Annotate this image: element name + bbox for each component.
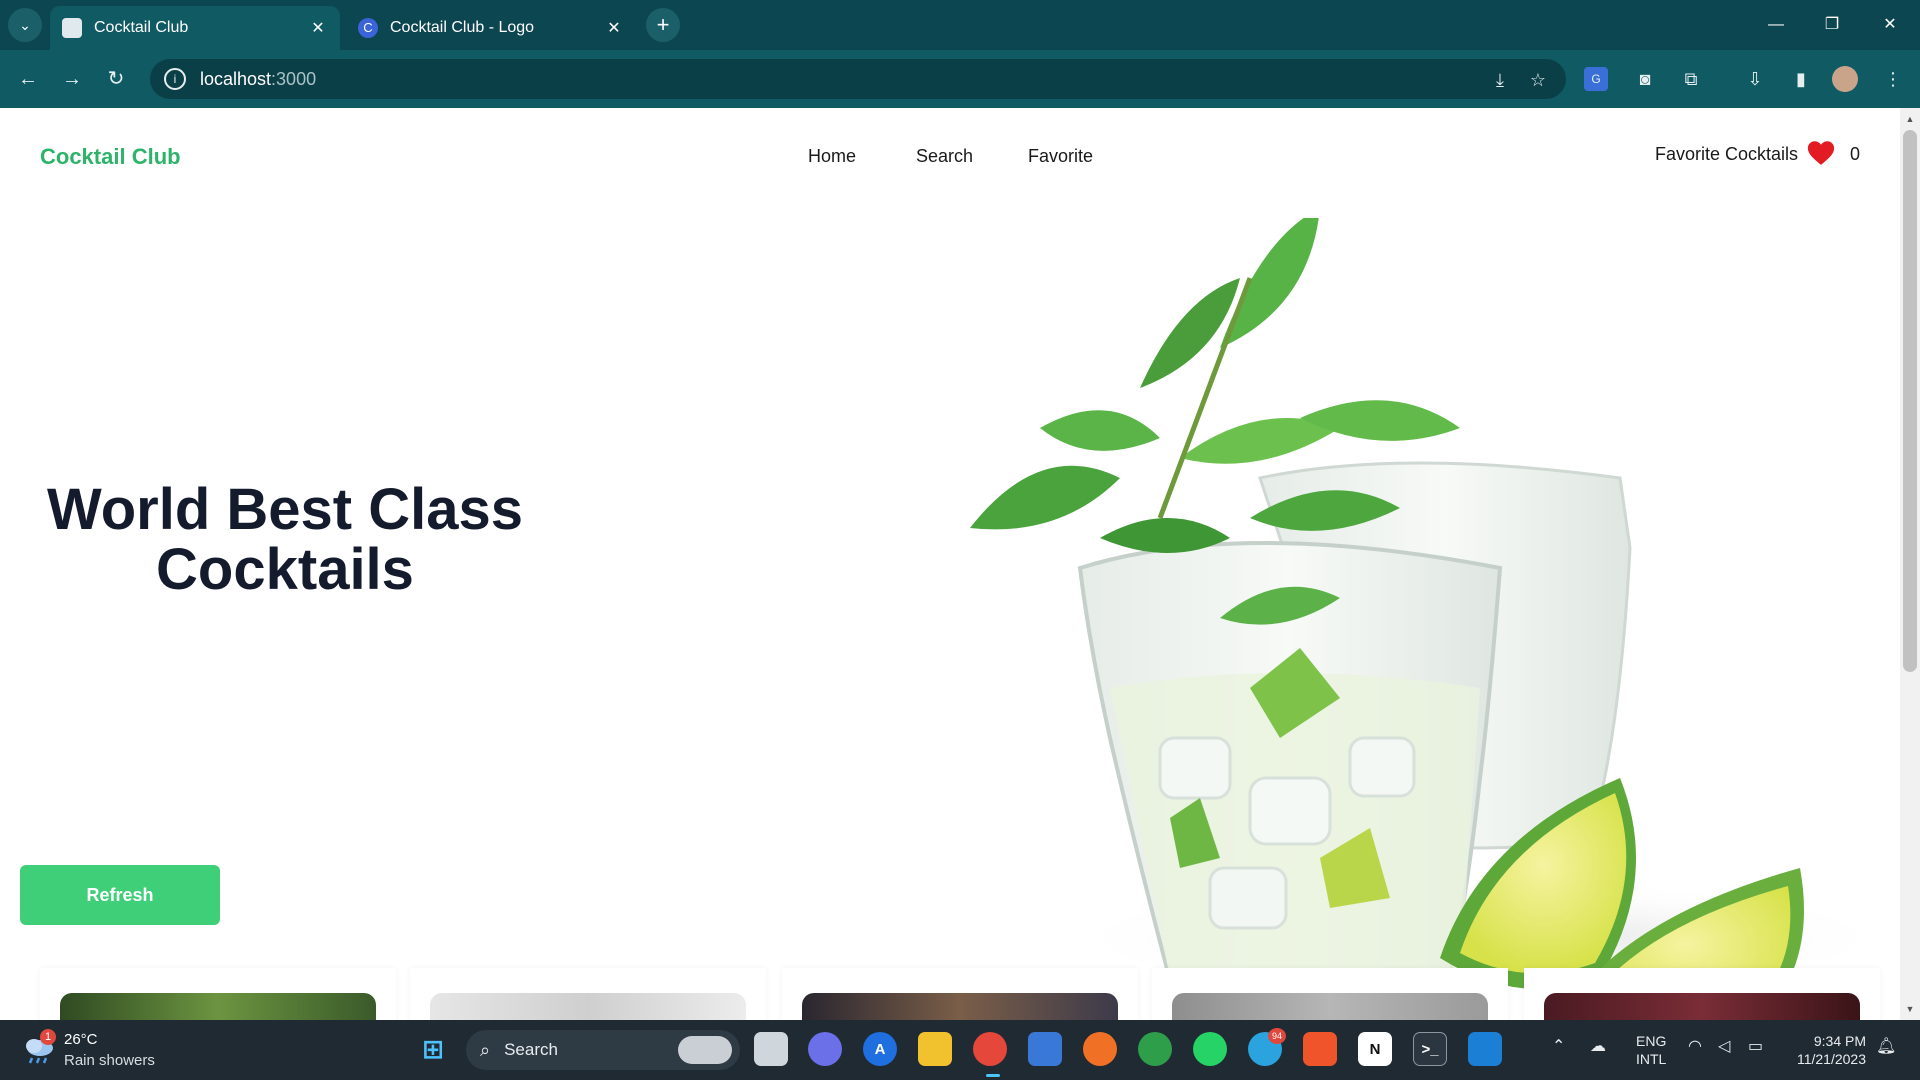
windows-taskbar: 1 26°C Rain showers ⊞ ⌕ Search A 94 N >_… <box>0 1020 1920 1080</box>
language-line-1: ENG <box>1636 1033 1667 1049</box>
cocktail-card-image <box>60 993 376 1020</box>
telegram-badge: 94 <box>1268 1028 1286 1044</box>
browser-tab-bar: ⌄ Cocktail Club ✕ C Cocktail Club - Logo… <box>0 0 1920 50</box>
tab-cocktail-club-logo[interactable]: C Cocktail Club - Logo ✕ <box>346 6 636 50</box>
tray-overflow-icon[interactable]: ⌃ <box>1552 1036 1565 1056</box>
language-indicator[interactable]: ENG INTL <box>1636 1032 1666 1068</box>
tab-cocktail-club[interactable]: Cocktail Club ✕ <box>50 6 340 50</box>
favicon-icon <box>62 18 82 38</box>
weather-description[interactable]: Rain showers <box>64 1052 155 1069</box>
cocktail-card[interactable] <box>1152 968 1508 1020</box>
cocktail-card[interactable] <box>410 968 766 1020</box>
back-icon[interactable]: ← <box>12 63 44 95</box>
browser-toolbar: ← → ↻ i localhost:3000 ⤓ ☆ G ◙ ⧉ ⇩ ▮ ⋮ <box>0 50 1920 108</box>
close-icon[interactable]: ✕ <box>308 18 328 38</box>
chevron-down-icon: ⌄ <box>19 16 31 33</box>
hero-title-line-2: Cocktails <box>156 537 414 602</box>
tab-title: Cocktail Club <box>94 19 189 36</box>
system-clock[interactable]: 9:34 PM 11/21/2023 <box>1782 1032 1866 1068</box>
canva-logo-icon: C <box>358 18 378 38</box>
scroll-up-icon[interactable]: ▲ <box>1903 112 1917 126</box>
microsoft-store-icon[interactable] <box>1028 1032 1062 1066</box>
weather-alert-badge: 1 <box>40 1029 56 1045</box>
forward-icon[interactable]: → <box>56 63 88 95</box>
favorite-count: 0 <box>1850 144 1861 164</box>
reload-icon[interactable]: ↻ <box>100 63 132 95</box>
minimize-icon[interactable]: — <box>1756 10 1796 40</box>
heart-icon[interactable] <box>1806 138 1836 168</box>
refresh-button[interactable]: Refresh <box>20 865 220 925</box>
file-explorer-icon[interactable] <box>918 1032 952 1066</box>
scroll-down-icon[interactable]: ▼ <box>1903 1002 1917 1016</box>
terminal-icon[interactable]: >_ <box>1413 1032 1447 1066</box>
hero-title: World Best Class Cocktails <box>40 480 530 600</box>
battery-icon[interactable]: ▭ <box>1748 1036 1763 1056</box>
favorite-cocktails-label[interactable]: Favorite Cocktails <box>1655 144 1798 165</box>
install-app-icon[interactable]: ⤓ <box>1488 68 1512 92</box>
address-bar[interactable]: i localhost:3000 ⤓ ☆ <box>150 59 1566 99</box>
url-port: :3000 <box>271 68 317 89</box>
language-line-2: INTL <box>1636 1051 1667 1067</box>
menu-kebab-icon[interactable]: ⋮ <box>1878 64 1908 94</box>
chrome-icon[interactable] <box>973 1032 1007 1066</box>
nav-home-link[interactable]: Home <box>808 146 856 167</box>
chrome-profile-icon[interactable] <box>1138 1032 1172 1066</box>
cocktail-card[interactable] <box>40 968 396 1020</box>
search-highlight-image <box>678 1036 732 1064</box>
meet-icon[interactable] <box>808 1032 842 1066</box>
cocktail-card-image <box>1544 993 1860 1020</box>
cocktail-card-image <box>1172 993 1488 1020</box>
clock-time: 9:34 PM <box>1813 1033 1866 1049</box>
download-icon[interactable]: ⇩ <box>1740 64 1770 94</box>
whatsapp-icon[interactable] <box>1193 1032 1227 1066</box>
close-icon[interactable]: ✕ <box>604 18 624 38</box>
active-app-indicator <box>986 1074 1000 1077</box>
taskbar-search-label: Search <box>504 1040 558 1059</box>
clock-date: 11/21/2023 <box>1796 1051 1866 1067</box>
nav-favorite-link[interactable]: Favorite <box>1028 146 1093 167</box>
firefox-icon[interactable] <box>1083 1032 1117 1066</box>
volume-icon[interactable]: ◁ <box>1718 1036 1730 1056</box>
restore-icon[interactable]: ❐ <box>1812 10 1852 40</box>
windows-start-icon[interactable]: ⊞ <box>416 1032 450 1066</box>
new-tab-button[interactable]: + <box>646 8 680 42</box>
mojito-hero-image <box>970 218 1880 1020</box>
vscode-icon[interactable] <box>1468 1032 1502 1066</box>
scrollbar-thumb[interactable] <box>1903 130 1917 672</box>
search-icon: ⌕ <box>480 1039 491 1060</box>
side-panel-icon[interactable]: ▮ <box>1786 64 1816 94</box>
nav-search-link[interactable]: Search <box>916 146 973 167</box>
taskbar-search-box[interactable]: ⌕ Search <box>466 1030 740 1070</box>
app-store-icon[interactable]: A <box>863 1032 897 1066</box>
page-viewport: Cocktail Club Home Search Favorite Favor… <box>0 108 1900 1020</box>
tab-search-button[interactable]: ⌄ <box>8 8 42 42</box>
google-translate-icon[interactable]: G <box>1584 67 1608 91</box>
extensions-icon[interactable]: ⧉ <box>1676 64 1706 94</box>
cocktail-card-image <box>802 993 1118 1020</box>
cocktail-card-image <box>430 993 746 1020</box>
bookmark-star-icon[interactable]: ☆ <box>1526 68 1550 92</box>
weather-temperature[interactable]: 26°C <box>64 1031 98 1048</box>
brand-logo-text[interactable]: Cocktail Club <box>40 144 181 170</box>
cocktail-card[interactable] <box>1524 968 1880 1020</box>
hero-title-line-1: World Best Class <box>47 477 523 542</box>
wifi-icon[interactable]: ◠ <box>1688 1036 1702 1056</box>
brave-icon[interactable] <box>1303 1032 1337 1066</box>
site-info-icon[interactable]: i <box>164 68 186 90</box>
onedrive-icon[interactable]: ☁ <box>1590 1036 1606 1056</box>
notification-bell-icon[interactable]: 🔔︎ <box>1876 1036 1896 1056</box>
tab-title: Cocktail Club - Logo <box>390 19 535 36</box>
task-view-icon[interactable] <box>754 1032 788 1066</box>
camera-icon[interactable]: ◙ <box>1630 64 1660 94</box>
close-window-icon[interactable]: ✕ <box>1870 10 1910 40</box>
cocktail-card[interactable] <box>782 968 1138 1020</box>
notion-icon[interactable]: N <box>1358 1032 1392 1066</box>
url-host: localhost <box>200 68 272 89</box>
profile-avatar[interactable] <box>1832 66 1858 92</box>
